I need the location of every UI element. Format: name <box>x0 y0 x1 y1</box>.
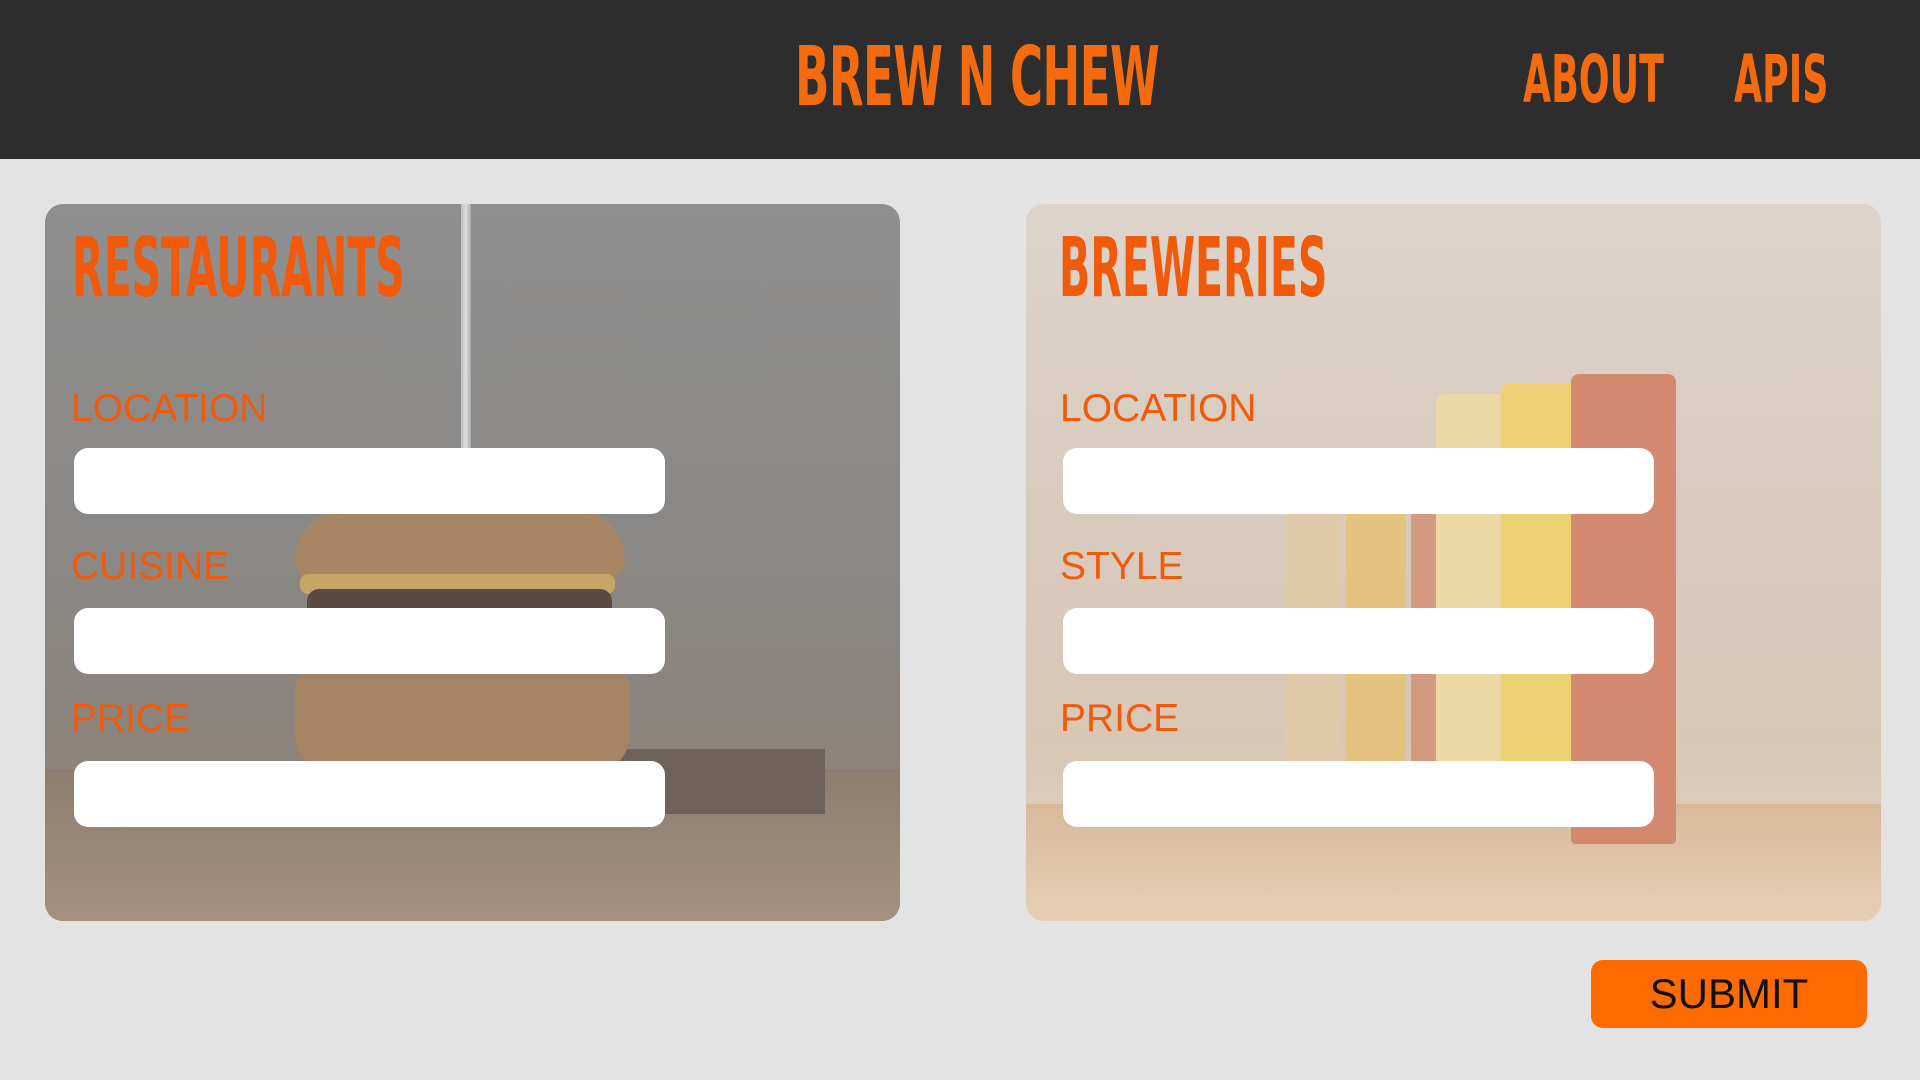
breweries-panel: BREWERIES LOCATION STYLE PRICE <box>1026 204 1881 921</box>
restaurants-panel: RESTAURANTS LOCATION CUISINE PRICE <box>45 204 900 921</box>
top-nav-bar: BREW N CHEW ABOUT APIS <box>0 0 1920 159</box>
breweries-location-label: LOCATION <box>1060 387 1257 430</box>
brand-logo[interactable]: BREW N CHEW <box>795 26 1160 130</box>
submit-button[interactable]: SUBMIT <box>1591 960 1867 1028</box>
restaurants-cuisine-input[interactable] <box>74 608 665 674</box>
restaurants-price-input[interactable] <box>74 761 665 827</box>
background-photo-burger-bun <box>295 669 630 774</box>
restaurants-location-label: LOCATION <box>71 387 268 430</box>
restaurants-cuisine-label: CUISINE <box>71 545 230 588</box>
restaurants-price-label: PRICE <box>71 697 191 740</box>
background-photo-burger-top <box>295 509 625 579</box>
nav-link-about[interactable]: ABOUT <box>1523 38 1664 122</box>
breweries-style-label: STYLE <box>1060 545 1184 588</box>
breweries-style-input[interactable] <box>1063 608 1654 674</box>
restaurants-location-input[interactable] <box>74 448 665 514</box>
restaurants-title: RESTAURANTS <box>72 221 405 316</box>
breweries-location-input[interactable] <box>1063 448 1654 514</box>
breweries-price-input[interactable] <box>1063 761 1654 827</box>
nav-link-apis[interactable]: APIS <box>1734 38 1828 122</box>
breweries-price-label: PRICE <box>1060 697 1180 740</box>
breweries-title: BREWERIES <box>1059 221 1328 316</box>
